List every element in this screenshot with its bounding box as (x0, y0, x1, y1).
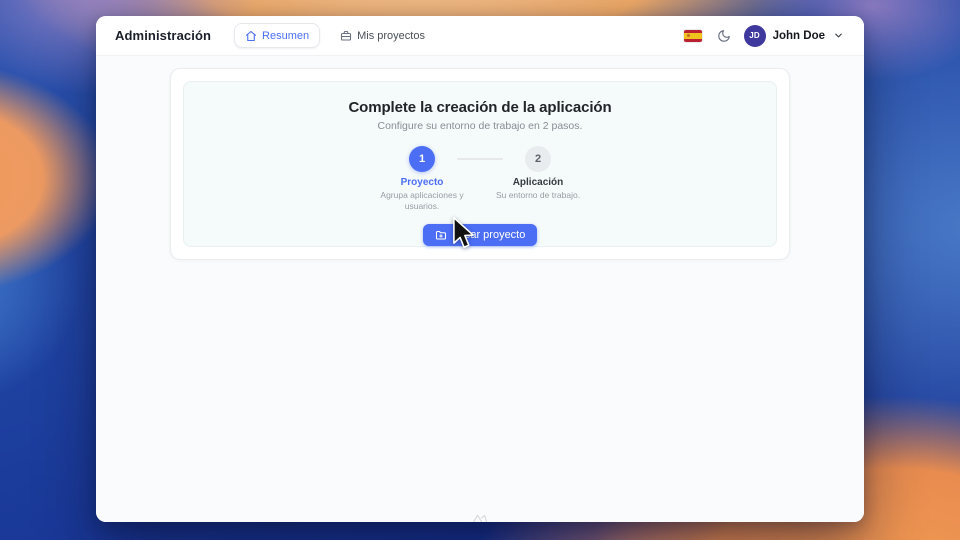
tab-resumen[interactable]: Resumen (234, 23, 321, 48)
main-nav: Resumen Mis proyectos (234, 23, 435, 48)
user-name: John Doe (772, 29, 825, 42)
avatar: JD (743, 24, 766, 47)
step-proyecto: 1 Proyecto Agrupa aplicaciones y usuario… (357, 146, 487, 211)
desktop: Administración Resumen Mis proyectos JD … (0, 0, 960, 540)
top-bar-actions: JD John Doe (682, 24, 844, 47)
onboarding-subtitle: Configure su entorno de trabajo en 2 pas… (377, 120, 583, 132)
step-2-indicator: 2 (525, 146, 551, 172)
onboarding-title: Complete la creación de la aplicación (348, 99, 612, 116)
folder-plus-icon (435, 229, 447, 241)
step-2-description: Su entorno de trabajo. (495, 190, 581, 200)
theme-toggle[interactable] (713, 25, 735, 47)
step-2-label: Aplicación (512, 177, 564, 188)
top-bar: Administración Resumen Mis proyectos JD … (96, 16, 864, 56)
chevron-down-icon (833, 30, 844, 41)
step-1-description: Agrupa aplicaciones y usuarios. (380, 190, 464, 211)
user-menu[interactable]: JD John Doe (743, 24, 844, 47)
onboarding-panel: Complete la creación de la aplicación Co… (183, 81, 777, 247)
app-title: Administración (115, 28, 212, 43)
app-window: Administración Resumen Mis proyectos JD … (96, 16, 864, 522)
main-content: Complete la creación de la aplicación Co… (96, 68, 864, 522)
step-1-label: Proyecto (400, 177, 444, 188)
tab-mis-proyectos[interactable]: Mis proyectos (330, 23, 435, 48)
stepper: 1 Proyecto Agrupa aplicaciones y usuario… (357, 146, 603, 211)
briefcase-icon (340, 30, 352, 42)
mountain-logo-icon (472, 512, 488, 522)
step-aplicacion: 2 Aplicación Su entorno de trabajo. (473, 146, 603, 201)
step-1-indicator: 1 (409, 146, 435, 172)
tab-mis-proyectos-label: Mis proyectos (357, 29, 425, 42)
mouse-cursor (453, 216, 474, 249)
spain-flag-icon (683, 29, 702, 42)
home-icon (245, 30, 257, 42)
language-selector[interactable] (682, 28, 704, 44)
moon-icon (717, 29, 731, 43)
create-project-button[interactable]: Crear proyecto (422, 224, 538, 246)
onboarding-card: Complete la creación de la aplicación Co… (170, 68, 790, 260)
tab-resumen-label: Resumen (262, 29, 310, 42)
